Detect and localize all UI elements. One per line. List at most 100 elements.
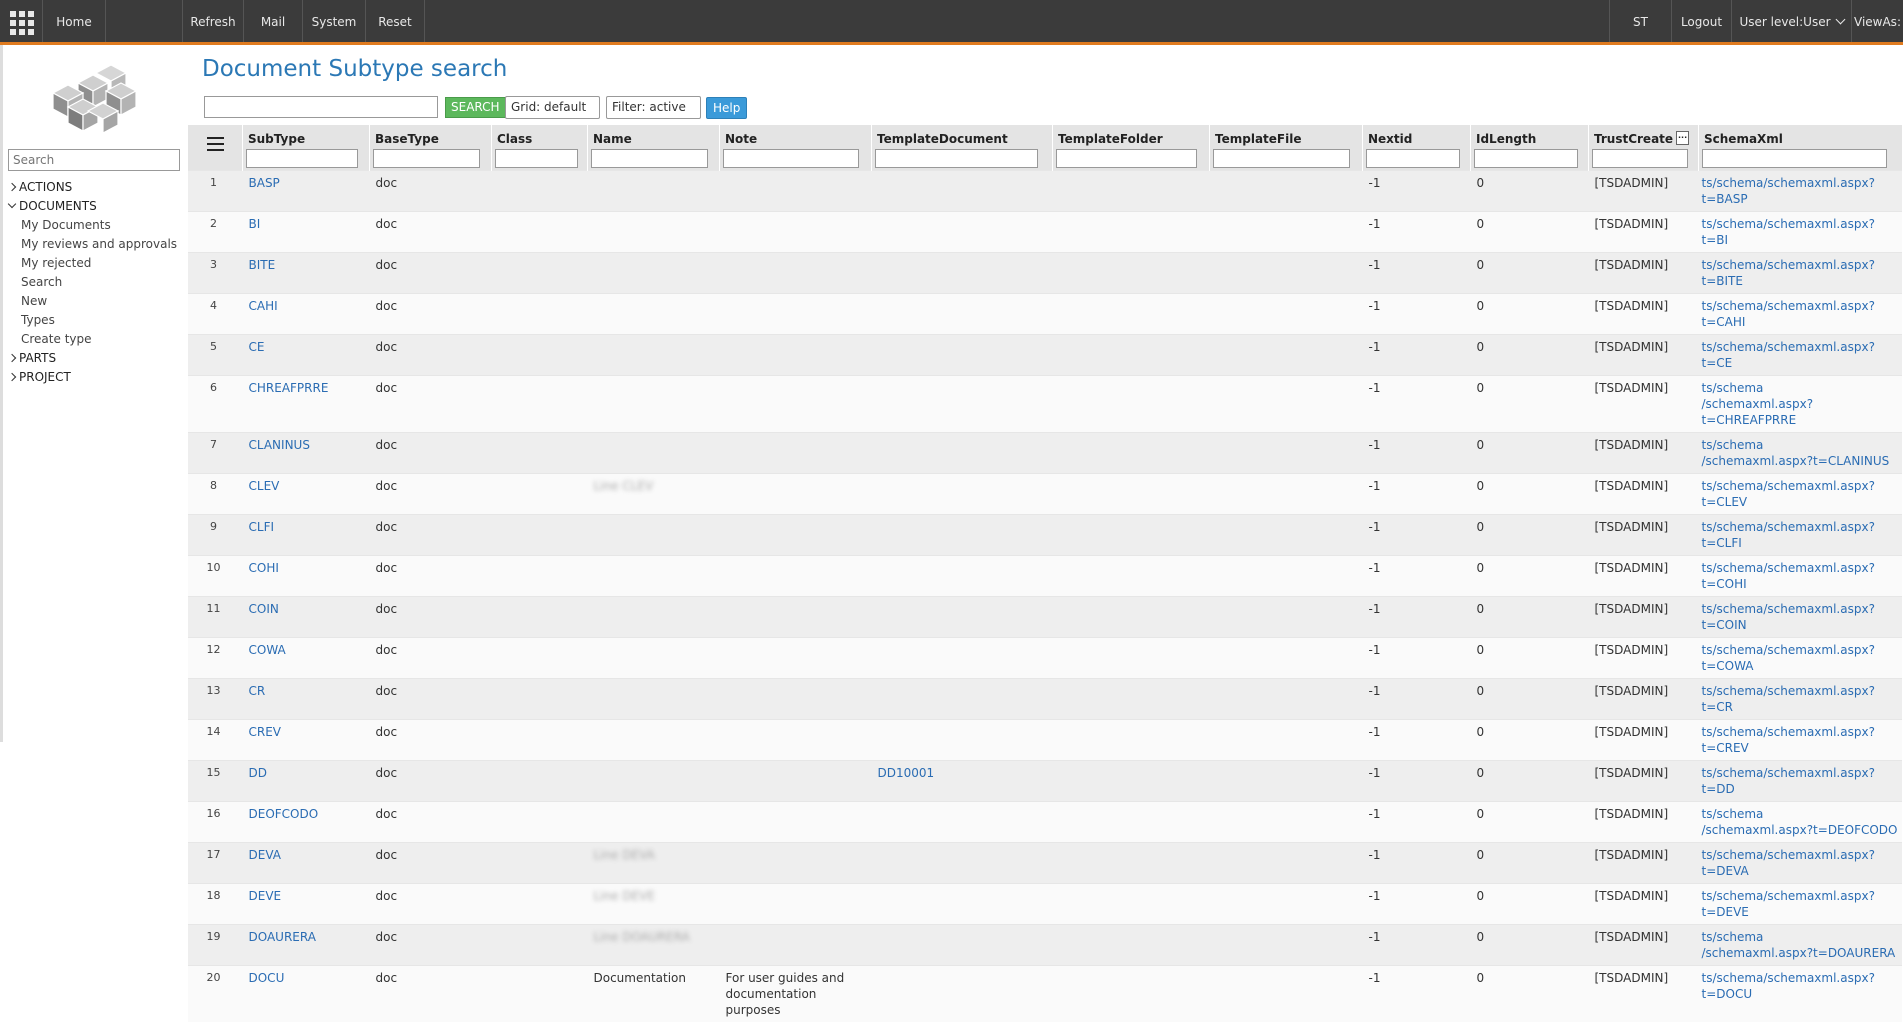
- schemaxml-link[interactable]: ts/schema/schemaxml.aspx?t=CHREAFPRRE: [1702, 381, 1814, 427]
- schemaxml-link[interactable]: ts/schema/schemaxml.aspx?t=DEOFCODO: [1702, 807, 1898, 837]
- subtype-link[interactable]: CE: [249, 340, 265, 354]
- schemaxml-link[interactable]: ts/schema/schemaxml.aspx?t=COWA: [1702, 643, 1875, 673]
- schemaxml-link[interactable]: ts/schema/schemaxml.aspx?t=CAHI: [1702, 299, 1875, 329]
- schemaxml-link[interactable]: ts/schema/schemaxml.aspx?t=CR: [1702, 684, 1875, 714]
- subtype-link[interactable]: BASP: [249, 176, 280, 190]
- schemaxml-link[interactable]: ts/schema/schemaxml.aspx?t=COIN: [1702, 602, 1875, 632]
- subtype-link[interactable]: COWA: [249, 643, 286, 657]
- column-header-basetype[interactable]: BaseType: [370, 125, 492, 171]
- column-header-trustcreate[interactable]: TrustCreate...: [1589, 125, 1699, 171]
- filter-input-name[interactable]: [591, 149, 708, 168]
- subtype-link[interactable]: DEVE: [249, 889, 282, 903]
- subtype-link[interactable]: COIN: [249, 602, 279, 616]
- sidebar-item-my-rejected[interactable]: My rejected: [8, 254, 186, 273]
- class-cell: [492, 376, 588, 433]
- filter-input-templatefolder[interactable]: [1056, 149, 1197, 168]
- subtype-link[interactable]: DOCU: [249, 971, 285, 985]
- sidebar-search-input[interactable]: [8, 149, 180, 171]
- templatedocument-link[interactable]: DD10001: [878, 766, 935, 780]
- filter-input-class[interactable]: [495, 149, 578, 168]
- mail-link[interactable]: Mail: [244, 0, 303, 42]
- schemaxml-link[interactable]: ts/schema/schemaxml.aspx?t=BITE: [1702, 258, 1875, 288]
- schemaxml-link[interactable]: ts/schema/schemaxml.aspx?t=COHI: [1702, 561, 1875, 591]
- system-link[interactable]: System: [303, 0, 366, 42]
- schemaxml-link[interactable]: ts/schema/schemaxml.aspx?t=CLEV: [1702, 479, 1875, 509]
- column-header-class[interactable]: Class: [492, 125, 588, 171]
- filter-input-nextid[interactable]: [1366, 149, 1460, 168]
- schemaxml-link[interactable]: ts/schema/schemaxml.aspx?t=BASP: [1702, 176, 1875, 206]
- filter-input-subtype[interactable]: [246, 149, 358, 168]
- column-header-templatedocument[interactable]: TemplateDocument: [872, 125, 1053, 171]
- templatedocument-cell: [872, 843, 1053, 884]
- column-header-note[interactable]: Note: [720, 125, 872, 171]
- filter-input-schemaxml[interactable]: [1702, 149, 1887, 168]
- column-header-templatefile[interactable]: TemplateFile: [1210, 125, 1363, 171]
- trustcreate-picker-button[interactable]: ...: [1676, 131, 1689, 145]
- refresh-link[interactable]: Refresh: [182, 0, 244, 42]
- sidebar-item-types[interactable]: Types: [8, 311, 186, 330]
- sidebar-item-project[interactable]: PROJECT: [8, 368, 186, 387]
- column-menu-header[interactable]: [188, 125, 243, 171]
- subtype-link[interactable]: CR: [249, 684, 266, 698]
- subtype-link[interactable]: CAHI: [249, 299, 278, 313]
- search-button[interactable]: SEARCH: [445, 97, 506, 118]
- help-button[interactable]: Help: [706, 97, 747, 119]
- subtype-link[interactable]: CLANINUS: [249, 438, 310, 452]
- home-link[interactable]: Home: [43, 0, 106, 42]
- filter-select[interactable]: Filter: active: [606, 96, 701, 119]
- table-row: 10COHIdoc-10[TSDADMIN]ts/schema/schemaxm…: [188, 556, 1902, 597]
- logout-link[interactable]: Logout: [1672, 0, 1732, 42]
- schemaxml-link[interactable]: ts/schema/schemaxml.aspx?t=DEVE: [1702, 889, 1875, 919]
- filter-input-idlength[interactable]: [1474, 149, 1578, 168]
- schemaxml-link[interactable]: ts/schema/schemaxml.aspx?t=DD: [1702, 766, 1875, 796]
- sidebar-item-my-documents[interactable]: My Documents: [8, 216, 186, 235]
- schemaxml-link[interactable]: ts/schema/schemaxml.aspx?t=DOAURERA: [1702, 930, 1896, 960]
- apps-grid-button[interactable]: [0, 0, 43, 42]
- filter-input-templatefile[interactable]: [1213, 149, 1350, 168]
- schemaxml-link[interactable]: ts/schema/schemaxml.aspx?t=CLANINUS: [1702, 438, 1890, 468]
- subtype-link[interactable]: CLEV: [249, 479, 280, 493]
- subtype-link[interactable]: CLFI: [249, 520, 275, 534]
- user-level-dropdown[interactable]: User level:User: [1732, 0, 1852, 42]
- reset-link[interactable]: Reset: [366, 0, 425, 42]
- sidebar-item-new[interactable]: New: [8, 292, 186, 311]
- user-initials[interactable]: ST: [1609, 0, 1672, 42]
- subtype-link[interactable]: CHREAFPRRE: [249, 381, 329, 395]
- sidebar-item-create-type[interactable]: Create type: [8, 330, 186, 349]
- column-header-name[interactable]: Name: [588, 125, 720, 171]
- schemaxml-link[interactable]: ts/schema/schemaxml.aspx?t=DEVA: [1702, 848, 1875, 878]
- search-input[interactable]: [204, 96, 438, 118]
- sidebar-item-documents[interactable]: DOCUMENTS: [8, 197, 186, 216]
- filter-input-templatedocument[interactable]: [875, 149, 1038, 168]
- schemaxml-link[interactable]: ts/schema/schemaxml.aspx?t=CREV: [1702, 725, 1875, 755]
- column-header-idlength[interactable]: IdLength: [1471, 125, 1589, 171]
- column-header-templatefolder[interactable]: TemplateFolder: [1053, 125, 1210, 171]
- column-header-schemaxml[interactable]: SchemaXml: [1699, 125, 1902, 171]
- view-as-link[interactable]: ViewAs:: [1852, 0, 1903, 42]
- sidebar-item-parts[interactable]: PARTS: [8, 349, 186, 368]
- subtype-link[interactable]: COHI: [249, 561, 279, 575]
- subtype-link[interactable]: DEVA: [249, 848, 281, 862]
- grid-select[interactable]: Grid: default: [505, 96, 600, 119]
- column-header-nextid[interactable]: Nextid: [1363, 125, 1471, 171]
- subtype-link[interactable]: DD: [249, 766, 267, 780]
- schemaxml-link[interactable]: ts/schema/schemaxml.aspx?t=CE: [1702, 340, 1875, 370]
- filter-input-basetype[interactable]: [373, 149, 480, 168]
- sidebar-item-my-reviews[interactable]: My reviews and approvals: [8, 235, 186, 254]
- schemaxml-link[interactable]: ts/schema/schemaxml.aspx?t=BI: [1702, 217, 1875, 247]
- schemaxml-link[interactable]: ts/schema/schemaxml.aspx?t=DOCU: [1702, 971, 1875, 1001]
- trustcreate-cell: [TSDADMIN]: [1589, 335, 1699, 376]
- subtype-link[interactable]: BI: [249, 217, 261, 231]
- row-number: 1: [188, 171, 243, 212]
- column-header-subtype[interactable]: SubType: [243, 125, 370, 171]
- subtype-link[interactable]: DOAURERA: [249, 930, 316, 944]
- subtype-link[interactable]: CREV: [249, 725, 282, 739]
- subtype-link[interactable]: DEOFCODO: [249, 807, 319, 821]
- filter-input-note[interactable]: [723, 149, 859, 168]
- table-row: 11COINdoc-10[TSDADMIN]ts/schema/schemaxm…: [188, 597, 1902, 638]
- schemaxml-link[interactable]: ts/schema/schemaxml.aspx?t=CLFI: [1702, 520, 1875, 550]
- subtype-link[interactable]: BITE: [249, 258, 276, 272]
- sidebar-item-actions[interactable]: ACTIONS: [8, 178, 186, 197]
- filter-input-trustcreate[interactable]: [1592, 149, 1688, 168]
- sidebar-item-search[interactable]: Search: [8, 273, 186, 292]
